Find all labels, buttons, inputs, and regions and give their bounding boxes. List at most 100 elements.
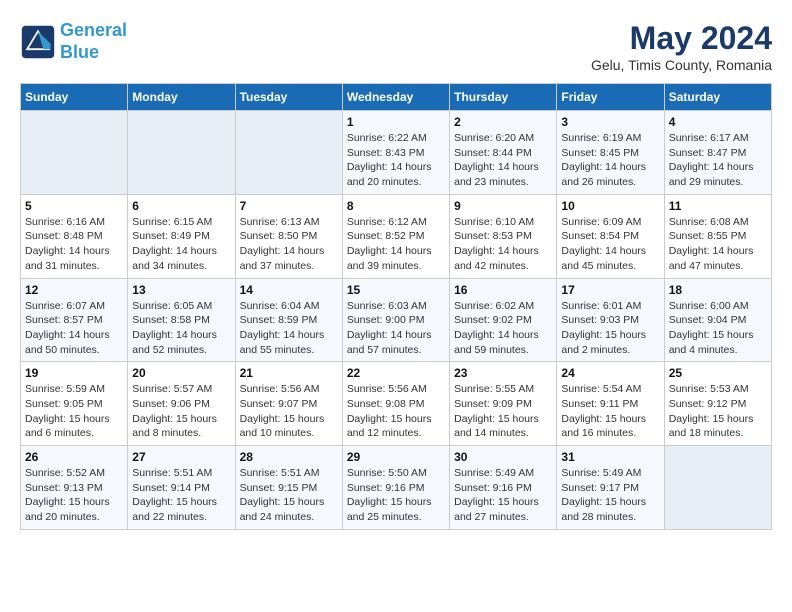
logo: GeneralBlue	[20, 20, 127, 63]
calendar-week-5: 26 Sunrise: 5:52 AM Sunset: 9:13 PM Dayli…	[21, 446, 772, 530]
day-number: 21	[240, 366, 338, 380]
day-number: 17	[561, 283, 659, 297]
day-info: Sunrise: 6:04 AM Sunset: 8:59 PM Dayligh…	[240, 299, 338, 358]
calendar-cell	[128, 111, 235, 195]
day-number: 22	[347, 366, 445, 380]
weekday-header-thursday: Thursday	[450, 84, 557, 111]
day-info: Sunrise: 6:17 AM Sunset: 8:47 PM Dayligh…	[669, 131, 767, 190]
day-info: Sunrise: 5:52 AM Sunset: 9:13 PM Dayligh…	[25, 466, 123, 525]
calendar-cell: 31 Sunrise: 5:49 AM Sunset: 9:17 PM Dayli…	[557, 446, 664, 530]
calendar-week-4: 19 Sunrise: 5:59 AM Sunset: 9:05 PM Dayli…	[21, 362, 772, 446]
calendar-cell: 18Sunrise: 6:00 AM Sunset: 9:04 PM Dayli…	[664, 278, 771, 362]
day-number: 24	[561, 366, 659, 380]
day-info: Sunrise: 5:49 AM Sunset: 9:16 PM Dayligh…	[454, 466, 552, 525]
day-info: Sunrise: 6:03 AM Sunset: 9:00 PM Dayligh…	[347, 299, 445, 358]
calendar-cell: 26 Sunrise: 5:52 AM Sunset: 9:13 PM Dayli…	[21, 446, 128, 530]
calendar-cell: 15 Sunrise: 6:03 AM Sunset: 9:00 PM Dayli…	[342, 278, 449, 362]
day-info: Sunrise: 5:54 AM Sunset: 9:11 PM Dayligh…	[561, 382, 659, 441]
calendar-cell: 28 Sunrise: 5:51 AM Sunset: 9:15 PM Dayli…	[235, 446, 342, 530]
day-number: 20	[132, 366, 230, 380]
day-number: 4	[669, 115, 767, 129]
calendar-cell	[21, 111, 128, 195]
day-info: Sunrise: 5:57 AM Sunset: 9:06 PM Dayligh…	[132, 382, 230, 441]
day-info: Sunrise: 5:49 AM Sunset: 9:17 PM Dayligh…	[561, 466, 659, 525]
weekday-header-friday: Friday	[557, 84, 664, 111]
day-info: Sunrise: 6:07 AM Sunset: 8:57 PM Dayligh…	[25, 299, 123, 358]
weekday-header-tuesday: Tuesday	[235, 84, 342, 111]
calendar-cell: 21 Sunrise: 5:56 AM Sunset: 9:07 PM Dayli…	[235, 362, 342, 446]
day-number: 15	[347, 283, 445, 297]
day-info: Sunrise: 6:01 AM Sunset: 9:03 PM Dayligh…	[561, 299, 659, 358]
day-info: Sunrise: 5:50 AM Sunset: 9:16 PM Dayligh…	[347, 466, 445, 525]
day-info: Sunrise: 6:05 AM Sunset: 8:58 PM Dayligh…	[132, 299, 230, 358]
calendar-cell: 6Sunrise: 6:15 AM Sunset: 8:49 PM Daylig…	[128, 194, 235, 278]
day-number: 27	[132, 450, 230, 464]
day-info: Sunrise: 5:56 AM Sunset: 9:07 PM Dayligh…	[240, 382, 338, 441]
day-number: 13	[132, 283, 230, 297]
calendar-cell: 9Sunrise: 6:10 AM Sunset: 8:53 PM Daylig…	[450, 194, 557, 278]
day-info: Sunrise: 6:12 AM Sunset: 8:52 PM Dayligh…	[347, 215, 445, 274]
logo-icon	[20, 24, 56, 60]
calendar-cell: 17 Sunrise: 6:01 AM Sunset: 9:03 PM Dayli…	[557, 278, 664, 362]
logo-text: GeneralBlue	[60, 20, 127, 63]
weekday-header-monday: Monday	[128, 84, 235, 111]
calendar-cell: 3 Sunrise: 6:19 AM Sunset: 8:45 PM Daylig…	[557, 111, 664, 195]
calendar-cell: 22Sunrise: 5:56 AM Sunset: 9:08 PM Dayli…	[342, 362, 449, 446]
calendar-cell: 19 Sunrise: 5:59 AM Sunset: 9:05 PM Dayli…	[21, 362, 128, 446]
day-number: 18	[669, 283, 767, 297]
calendar-cell: 25 Sunrise: 5:53 AM Sunset: 9:12 PM Dayli…	[664, 362, 771, 446]
calendar-week-2: 5Sunrise: 6:16 AM Sunset: 8:48 PM Daylig…	[21, 194, 772, 278]
location-subtitle: Gelu, Timis County, Romania	[591, 57, 772, 73]
day-info: Sunrise: 5:55 AM Sunset: 9:09 PM Dayligh…	[454, 382, 552, 441]
day-number: 30	[454, 450, 552, 464]
day-number: 1	[347, 115, 445, 129]
calendar-cell: 24 Sunrise: 5:54 AM Sunset: 9:11 PM Dayli…	[557, 362, 664, 446]
day-info: Sunrise: 5:51 AM Sunset: 9:14 PM Dayligh…	[132, 466, 230, 525]
calendar-cell: 13 Sunrise: 6:05 AM Sunset: 8:58 PM Dayli…	[128, 278, 235, 362]
weekday-header-wednesday: Wednesday	[342, 84, 449, 111]
day-number: 29	[347, 450, 445, 464]
calendar-cell: 12 Sunrise: 6:07 AM Sunset: 8:57 PM Dayli…	[21, 278, 128, 362]
calendar-table: SundayMondayTuesdayWednesdayThursdayFrid…	[20, 83, 772, 530]
day-info: Sunrise: 5:53 AM Sunset: 9:12 PM Dayligh…	[669, 382, 767, 441]
day-number: 5	[25, 199, 123, 213]
day-number: 3	[561, 115, 659, 129]
day-info: Sunrise: 6:19 AM Sunset: 8:45 PM Dayligh…	[561, 131, 659, 190]
day-number: 14	[240, 283, 338, 297]
calendar-cell: 20 Sunrise: 5:57 AM Sunset: 9:06 PM Dayli…	[128, 362, 235, 446]
calendar-cell: 10Sunrise: 6:09 AM Sunset: 8:54 PM Dayli…	[557, 194, 664, 278]
weekday-header-sunday: Sunday	[21, 84, 128, 111]
day-info: Sunrise: 6:09 AM Sunset: 8:54 PM Dayligh…	[561, 215, 659, 274]
calendar-cell: 4 Sunrise: 6:17 AM Sunset: 8:47 PM Daylig…	[664, 111, 771, 195]
weekday-header-saturday: Saturday	[664, 84, 771, 111]
calendar-cell: 29 Sunrise: 5:50 AM Sunset: 9:16 PM Dayli…	[342, 446, 449, 530]
day-number: 19	[25, 366, 123, 380]
calendar-cell: 14 Sunrise: 6:04 AM Sunset: 8:59 PM Dayli…	[235, 278, 342, 362]
calendar-cell: 5Sunrise: 6:16 AM Sunset: 8:48 PM Daylig…	[21, 194, 128, 278]
calendar-cell: 8 Sunrise: 6:12 AM Sunset: 8:52 PM Daylig…	[342, 194, 449, 278]
title-block: May 2024 Gelu, Timis County, Romania	[591, 20, 772, 73]
day-number: 31	[561, 450, 659, 464]
day-number: 25	[669, 366, 767, 380]
day-number: 9	[454, 199, 552, 213]
day-info: Sunrise: 5:59 AM Sunset: 9:05 PM Dayligh…	[25, 382, 123, 441]
day-info: Sunrise: 6:22 AM Sunset: 8:43 PM Dayligh…	[347, 131, 445, 190]
day-info: Sunrise: 5:51 AM Sunset: 9:15 PM Dayligh…	[240, 466, 338, 525]
calendar-cell: 1 Sunrise: 6:22 AM Sunset: 8:43 PM Daylig…	[342, 111, 449, 195]
day-number: 28	[240, 450, 338, 464]
calendar-cell: 16 Sunrise: 6:02 AM Sunset: 9:02 PM Dayli…	[450, 278, 557, 362]
day-number: 26	[25, 450, 123, 464]
page-header: GeneralBlue May 2024 Gelu, Timis County,…	[20, 20, 772, 73]
calendar-week-3: 12 Sunrise: 6:07 AM Sunset: 8:57 PM Dayli…	[21, 278, 772, 362]
day-number: 8	[347, 199, 445, 213]
month-title: May 2024	[591, 20, 772, 57]
calendar-cell: 27 Sunrise: 5:51 AM Sunset: 9:14 PM Dayli…	[128, 446, 235, 530]
day-number: 23	[454, 366, 552, 380]
day-number: 12	[25, 283, 123, 297]
day-number: 6	[132, 199, 230, 213]
calendar-cell: 11Sunrise: 6:08 AM Sunset: 8:55 PM Dayli…	[664, 194, 771, 278]
day-info: Sunrise: 6:02 AM Sunset: 9:02 PM Dayligh…	[454, 299, 552, 358]
day-number: 16	[454, 283, 552, 297]
calendar-cell: 30 Sunrise: 5:49 AM Sunset: 9:16 PM Dayli…	[450, 446, 557, 530]
day-number: 11	[669, 199, 767, 213]
